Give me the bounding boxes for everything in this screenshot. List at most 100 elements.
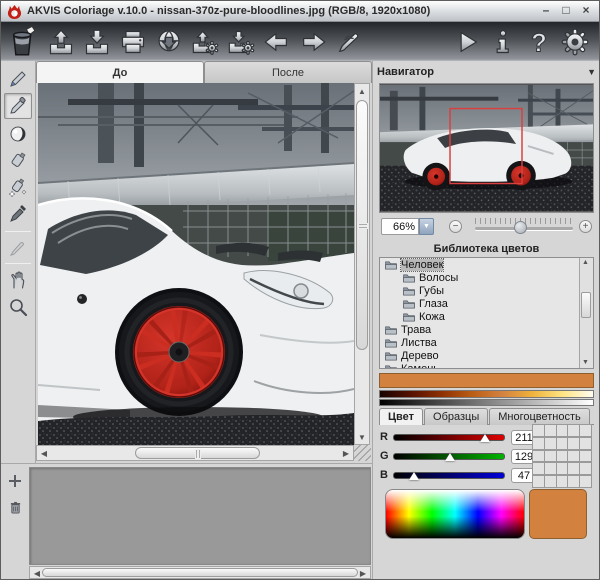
eraser-tool-icon[interactable] [4, 121, 32, 147]
tab-after[interactable]: После [204, 61, 372, 83]
folder-icon [384, 260, 398, 270]
horizontal-scroll-thumb[interactable] [135, 447, 260, 459]
pencil-tool-icon[interactable] [4, 66, 32, 92]
brightness-gradient[interactable] [379, 399, 594, 406]
delete-stroke-button[interactable] [6, 498, 24, 516]
tree-item[interactable]: Волосы [380, 271, 593, 284]
magic-tube-tool-icon[interactable] [4, 174, 32, 200]
scroll-left-icon[interactable]: ◀ [37, 446, 51, 460]
color-tabs: Цвет Образцы Многоцветность [379, 408, 594, 425]
run-icon[interactable] [449, 25, 485, 59]
strokes-scrollbar[interactable]: ◀ ▶ [29, 566, 371, 579]
tree-scroll-thumb[interactable] [581, 292, 591, 318]
zoom-slider-thumb[interactable] [514, 221, 527, 234]
zoom-dropdown-button[interactable]: ▼ [419, 218, 434, 235]
export-presets-icon[interactable] [223, 25, 259, 59]
green-slider-marker[interactable] [445, 453, 455, 461]
canvas-horizontal-scrollbar[interactable]: ◀ ▶ [36, 445, 354, 461]
blue-channel-label: B [380, 469, 388, 481]
tab-multicolor[interactable]: Многоцветность [489, 408, 590, 425]
color-library-title: Библиотека цветов [373, 243, 600, 255]
tool-column [1, 61, 36, 463]
maximize-button[interactable]: □ [559, 4, 573, 18]
minimize-button[interactable]: – [539, 4, 553, 18]
app-window: AKVIS Coloriage v.10.0 - nissan-370z-pur… [0, 0, 600, 580]
color-picker-field[interactable] [385, 489, 525, 539]
tree-item[interactable]: Человек [380, 258, 593, 271]
zoom-tool-icon[interactable] [4, 294, 32, 320]
postprocess-brush-tool-icon[interactable] [4, 235, 32, 261]
scroll-down-icon[interactable]: ▼ [355, 430, 369, 444]
print-icon[interactable] [115, 25, 151, 59]
zoom-out-button[interactable]: − [449, 220, 462, 233]
open-image-icon[interactable] [43, 25, 79, 59]
green-channel-slider[interactable] [393, 453, 505, 460]
info-icon[interactable] [485, 25, 521, 59]
selected-color-bar[interactable] [379, 373, 594, 388]
zoom-value-input[interactable]: 66% [381, 218, 419, 235]
add-stroke-button[interactable] [6, 472, 24, 490]
blue-channel-slider[interactable] [393, 472, 505, 479]
green-channel-label: G [380, 450, 389, 462]
collapse-navigator-icon[interactable]: ▼ [587, 67, 596, 77]
right-panel: Навигатор ▼ [372, 61, 599, 579]
color-range-gradient[interactable] [379, 390, 594, 398]
help-icon[interactable]: ? [521, 25, 557, 59]
preferences-gear-icon[interactable] [557, 25, 593, 59]
open-from-web-icon[interactable] [151, 25, 187, 59]
folder-icon [384, 338, 398, 348]
undo-icon[interactable] [259, 25, 295, 59]
close-button[interactable]: × [579, 4, 593, 18]
paint-bucket-logo-icon[interactable] [7, 25, 43, 59]
eyedropper-tool-icon[interactable] [4, 201, 32, 227]
tree-item[interactable]: Трава [380, 323, 593, 336]
folder-icon [402, 273, 416, 283]
folder-icon [384, 364, 398, 370]
car-photo [38, 83, 354, 445]
scroll-up-icon[interactable]: ▲ [355, 84, 369, 98]
scroll-up-icon[interactable]: ▲ [579, 257, 592, 268]
hand-tool-icon[interactable] [4, 267, 32, 293]
red-slider-marker[interactable] [480, 434, 490, 442]
svg-text:?: ? [531, 29, 547, 56]
zoom-in-button[interactable]: + [579, 220, 592, 233]
red-channel-slider[interactable] [393, 434, 505, 441]
folder-icon [402, 299, 416, 309]
image-canvas[interactable] [38, 83, 354, 445]
folder-icon [384, 351, 398, 361]
folder-icon [384, 325, 398, 335]
redo-icon[interactable] [295, 25, 331, 59]
save-image-icon[interactable] [79, 25, 115, 59]
navigator-thumbnail[interactable] [379, 83, 594, 213]
tree-item[interactable]: Кожа [380, 310, 593, 323]
vertical-scroll-thumb[interactable] [356, 100, 368, 350]
keep-color-pencil-tool-icon[interactable] [4, 93, 32, 119]
resize-grip[interactable] [354, 445, 371, 461]
scroll-right-icon[interactable]: ▶ [356, 566, 370, 580]
tree-item[interactable]: Дерево [380, 349, 593, 362]
current-color-swatch[interactable] [529, 489, 587, 539]
tree-item[interactable]: Камень [380, 362, 593, 369]
strokes-scroll-thumb[interactable] [42, 568, 358, 577]
recolor-brush-tool-icon[interactable] [4, 147, 32, 173]
canvas-vertical-scrollbar[interactable]: ▲ ▼ [354, 83, 370, 445]
tree-item[interactable]: Листва [380, 336, 593, 349]
recent-colors-grid[interactable] [532, 424, 596, 488]
color-library-tree: Человек Волосы Губы Глаза Кожа Трава [379, 257, 594, 369]
postprocess-brush-icon[interactable] [331, 25, 367, 59]
navigator-title: Навигатор [377, 66, 434, 78]
tab-samples[interactable]: Образцы [424, 408, 488, 425]
scroll-down-icon[interactable]: ▼ [579, 357, 592, 368]
blue-slider-marker[interactable] [409, 472, 419, 480]
import-presets-icon[interactable] [187, 25, 223, 59]
tree-scrollbar[interactable]: ▲ ▼ [579, 258, 593, 368]
strokes-list-area [29, 467, 371, 565]
tree-item[interactable]: Глаза [380, 297, 593, 310]
plus-icon [8, 474, 22, 488]
tab-before[interactable]: До [36, 61, 204, 83]
folder-icon [402, 312, 416, 322]
main-toolbar: ? [1, 22, 599, 61]
scroll-right-icon[interactable]: ▶ [339, 446, 353, 460]
tab-color[interactable]: Цвет [379, 408, 423, 425]
tree-item[interactable]: Губы [380, 284, 593, 297]
